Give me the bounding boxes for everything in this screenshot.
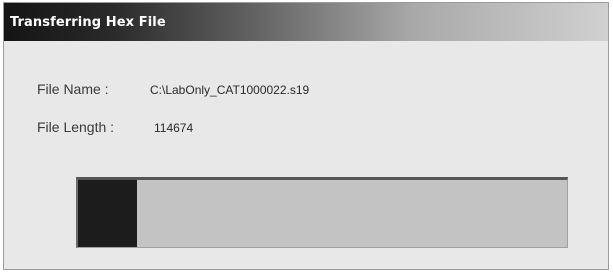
title-bar[interactable]: Transferring Hex File: [4, 3, 608, 41]
transfer-dialog: Transferring Hex File File Name : C:\Lab…: [3, 2, 609, 270]
file-name-value: C:\LabOnly_CAT1000022.s19: [150, 83, 310, 97]
progress-fill: [78, 180, 137, 247]
file-length-value: 114674: [154, 121, 194, 135]
file-name-label: File Name :: [37, 81, 109, 97]
file-length-label: File Length :: [37, 119, 115, 135]
transfer-progress-bar: [76, 177, 568, 248]
dialog-title: Transferring Hex File: [10, 14, 166, 30]
